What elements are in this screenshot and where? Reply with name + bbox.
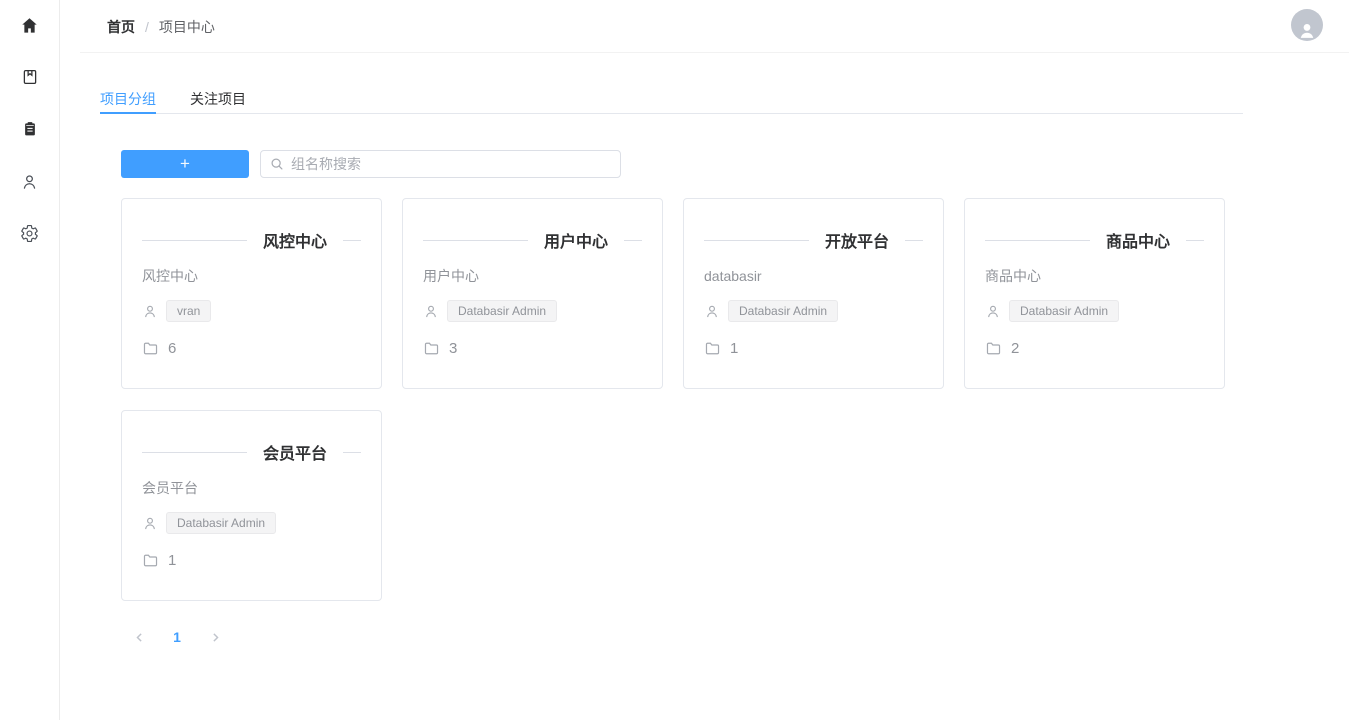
folder-icon [142,552,159,569]
group-description: databasir [704,266,923,286]
pagination: 1 [120,623,234,651]
breadcrumb: 首页 / 项目中心 [107,0,215,53]
next-page-button[interactable] [199,623,231,651]
breadcrumb-home[interactable]: 首页 [107,17,135,37]
search-icon [270,157,284,171]
card-title-divider: 商品中心 [985,230,1204,250]
card-title-divider: 风控中心 [142,230,361,250]
book-icon [21,68,39,86]
group-owner-row: Databasir Admin [423,299,642,323]
user-avatar[interactable] [1291,9,1323,41]
group-owner-row: Databasir Admin [985,299,1204,323]
group-search-box [260,150,621,178]
folder-icon [985,340,1002,357]
sidebar [0,0,60,720]
group-title: 风控中心 [263,228,327,252]
tab-project-groups[interactable]: 项目分组 [100,85,156,113]
chevron-left-icon [133,631,146,644]
sidebar-item-settings[interactable] [18,221,42,245]
owner-tag: vran [166,300,211,322]
group-title: 开放平台 [825,228,889,252]
owner-tag: Databasir Admin [1009,300,1119,322]
group-count-row: 1 [142,548,361,572]
group-description: 商品中心 [985,266,1204,286]
header: 首页 / 项目中心 [60,0,1357,53]
group-title: 会员平台 [263,440,327,464]
member-icon [985,303,1001,319]
tab-bar: 项目分组 关注项目 [100,85,1243,114]
group-card-fengkong[interactable]: 风控中心 风控中心 vran 6 [121,198,382,389]
sidebar-item-docs[interactable] [18,65,42,89]
user-icon [20,172,39,191]
group-owner-row: vran [142,299,361,323]
folder-icon [423,340,440,357]
user-avatar-icon [1296,19,1318,41]
group-card-huiyuan[interactable]: 会员平台 会员平台 Databasir Admin 1 [121,410,382,601]
group-description: 会员平台 [142,478,361,498]
project-count: 3 [449,340,457,357]
group-count-row: 1 [704,336,923,360]
sidebar-item-home[interactable] [18,13,42,37]
card-title-divider: 开放平台 [704,230,923,250]
owner-tag: Databasir Admin [728,300,838,322]
member-icon [704,303,720,319]
prev-page-button[interactable] [123,623,155,651]
group-owner-row: Databasir Admin [142,511,361,535]
group-count-row: 6 [142,336,361,360]
header-divider [80,52,1349,53]
group-card-shangpin[interactable]: 商品中心 商品中心 Databasir Admin 2 [964,198,1225,389]
breadcrumb-current: 项目中心 [159,17,215,37]
group-search-input[interactable] [291,156,611,172]
gear-icon [20,224,39,243]
group-card-grid: 风控中心 风控中心 vran 6 用户中心 用户中心 Data [121,198,1225,601]
owner-tag: Databasir Admin [166,512,276,534]
owner-tag: Databasir Admin [447,300,557,322]
project-count: 1 [168,552,176,569]
group-card-kaifang[interactable]: 开放平台 databasir Databasir Admin 1 [683,198,944,389]
group-description: 用户中心 [423,266,642,286]
group-count-row: 3 [423,336,642,360]
group-title: 用户中心 [544,228,608,252]
card-title-divider: 用户中心 [423,230,642,250]
group-count-row: 2 [985,336,1204,360]
group-owner-row: Databasir Admin [704,299,923,323]
card-title-divider: 会员平台 [142,442,361,462]
project-count: 6 [168,340,176,357]
member-icon [423,303,439,319]
group-title: 商品中心 [1106,228,1170,252]
chevron-right-icon [209,631,222,644]
folder-icon [704,340,721,357]
member-icon [142,515,158,531]
group-description: 风控中心 [142,266,361,286]
project-count: 2 [1011,340,1019,357]
group-card-yonghu[interactable]: 用户中心 用户中心 Databasir Admin 3 [402,198,663,389]
sidebar-item-users[interactable] [18,169,42,193]
tab-followed-projects[interactable]: 关注项目 [190,85,246,113]
project-count: 1 [730,340,738,357]
page-number-1[interactable]: 1 [161,623,193,651]
breadcrumb-separator: / [145,19,149,35]
home-icon [20,16,39,35]
clipboard-icon [21,120,39,138]
sidebar-item-projects[interactable] [18,117,42,141]
member-icon [142,303,158,319]
plus-icon: + [180,155,190,172]
folder-icon [142,340,159,357]
add-group-button[interactable]: + [121,150,249,178]
